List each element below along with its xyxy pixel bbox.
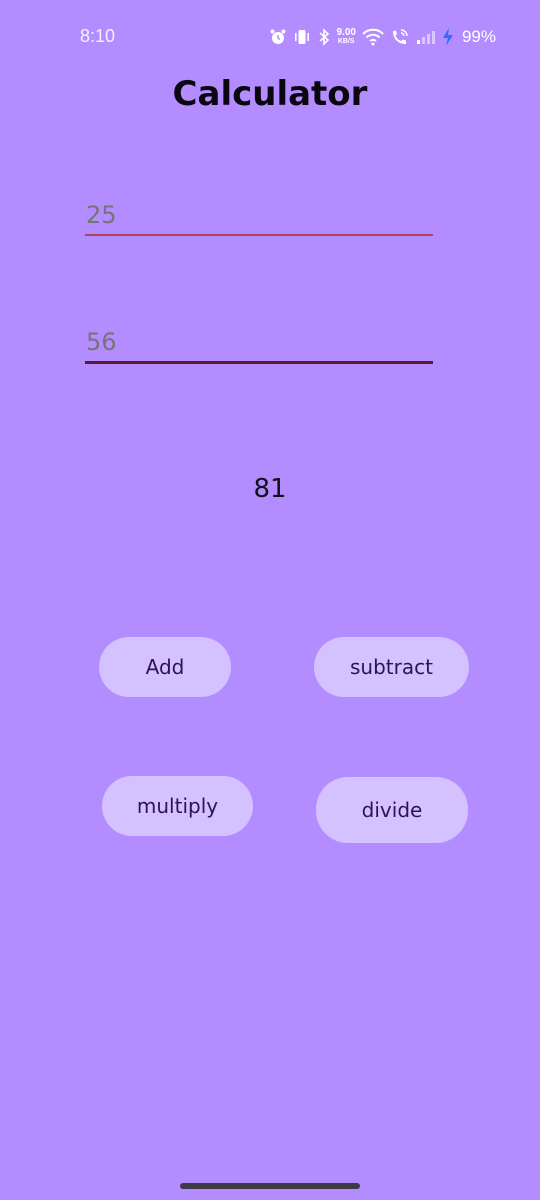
battery-level: 99% [461, 27, 496, 46]
result-text: 81 [253, 474, 287, 504]
status-icons: 9.00 KB/S 99% [269, 24, 496, 50]
wifi-call-icon [390, 28, 410, 46]
wifi-icon [362, 28, 384, 46]
charging-icon [442, 27, 454, 47]
second-number-input[interactable] [85, 323, 433, 361]
subtract-button[interactable]: subtract [314, 637, 469, 697]
alarm-icon [269, 28, 287, 46]
second-number-underline [85, 361, 433, 364]
network-speed-unit: KB/S [337, 38, 355, 45]
status-time: 8:10 [80, 26, 116, 46]
page-title: Calculator [172, 74, 368, 114]
first-number-input[interactable] [85, 196, 433, 234]
network-speed: 9.00 KB/S [337, 28, 356, 46]
add-button[interactable]: Add [99, 637, 231, 697]
bluetooth-icon [317, 28, 331, 46]
divide-button[interactable]: divide [316, 777, 468, 843]
first-number-field [85, 196, 433, 236]
vibrate-icon [293, 28, 311, 46]
first-number-underline [85, 234, 433, 236]
multiply-button[interactable]: multiply [102, 776, 253, 836]
signal-icon [416, 28, 436, 46]
network-speed-value: 9.00 [336, 27, 356, 38]
status-bar: 8:10 9.00 KB/S 99% [0, 0, 540, 72]
gesture-nav-handle[interactable] [180, 1183, 360, 1189]
second-number-field [85, 323, 433, 364]
